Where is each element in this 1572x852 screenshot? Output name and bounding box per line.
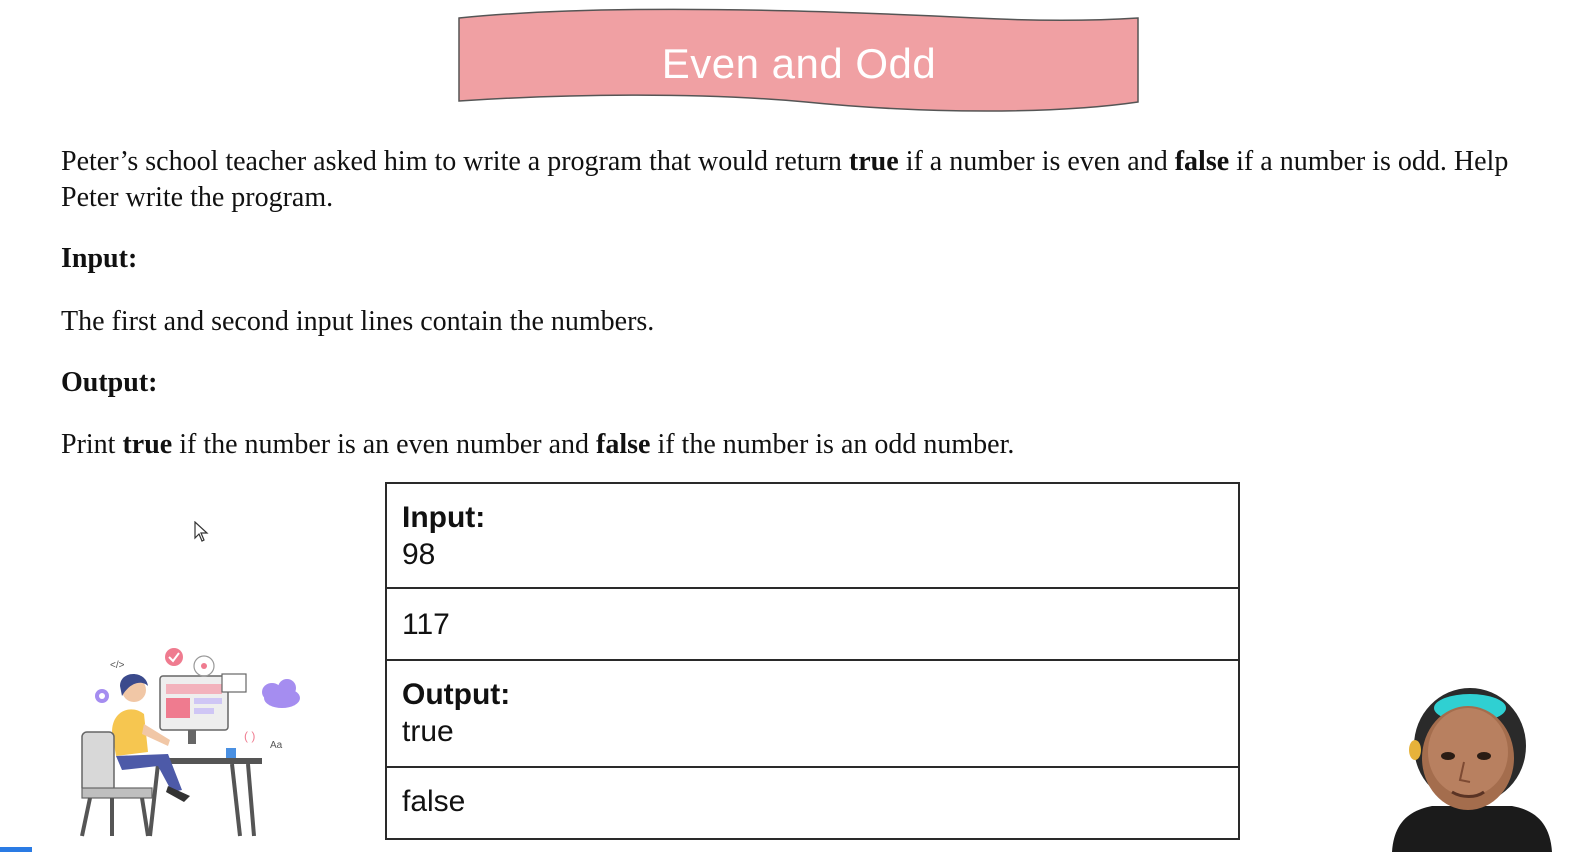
output-heading: Output: [61, 367, 158, 398]
output-text: if the number is an even number and [172, 429, 596, 460]
input-value: 98 [402, 538, 436, 571]
table-row: Input: 98 [385, 482, 1240, 589]
problem-description: Peter’s school teacher asked him to writ… [61, 144, 1511, 216]
slide: Even and Odd Peter’s school teacher aske… [0, 0, 1572, 852]
mouse-cursor-icon [194, 521, 209, 542]
input-cell: 117 [385, 587, 1240, 661]
check-badge-icon [165, 648, 183, 666]
progress-indicator [0, 847, 32, 852]
page-title: Even and Odd [661, 40, 937, 87]
output-text: Print [61, 429, 123, 460]
table-row: 117 [385, 587, 1240, 661]
output-cell: false [385, 766, 1240, 840]
keyword-true: true [122, 429, 173, 460]
parens-tag: ( ) [244, 729, 255, 743]
chair [81, 731, 115, 793]
example-table: Input: 98 117 Output: true false [385, 482, 1240, 840]
intro-text: Peter’s school teacher asked him to writ… [61, 146, 849, 177]
output-value: false [402, 785, 466, 818]
keyword-true: true [848, 146, 899, 177]
title-banner: Even and Odd [456, 6, 1142, 118]
output-cell: Output: true [385, 659, 1240, 768]
table-row: Output: true [385, 659, 1240, 768]
webcam-feed [1392, 688, 1552, 852]
cloud-icon [262, 679, 300, 708]
input-value: 117 [402, 608, 450, 641]
keyword-false: false [596, 429, 651, 460]
input-cell: Input: 98 [385, 482, 1240, 589]
intro-text: if a number is even and [898, 146, 1175, 177]
input-heading: Input: [61, 243, 138, 274]
keyword-false: false [1174, 146, 1230, 177]
output-label: Output: [402, 678, 511, 711]
table-row: false [385, 766, 1240, 840]
output-value: true [402, 715, 454, 748]
output-description: Print true if the number is an even numb… [61, 427, 1511, 463]
code-tag: </> [110, 660, 125, 671]
font-tag: Aa [270, 740, 283, 751]
input-label: Input: [402, 501, 486, 534]
output-text: if the number is an odd number. [650, 429, 1015, 460]
input-description: The first and second input lines contain… [61, 306, 655, 337]
programmer-illustration: </> Aa ( ) [80, 648, 300, 837]
